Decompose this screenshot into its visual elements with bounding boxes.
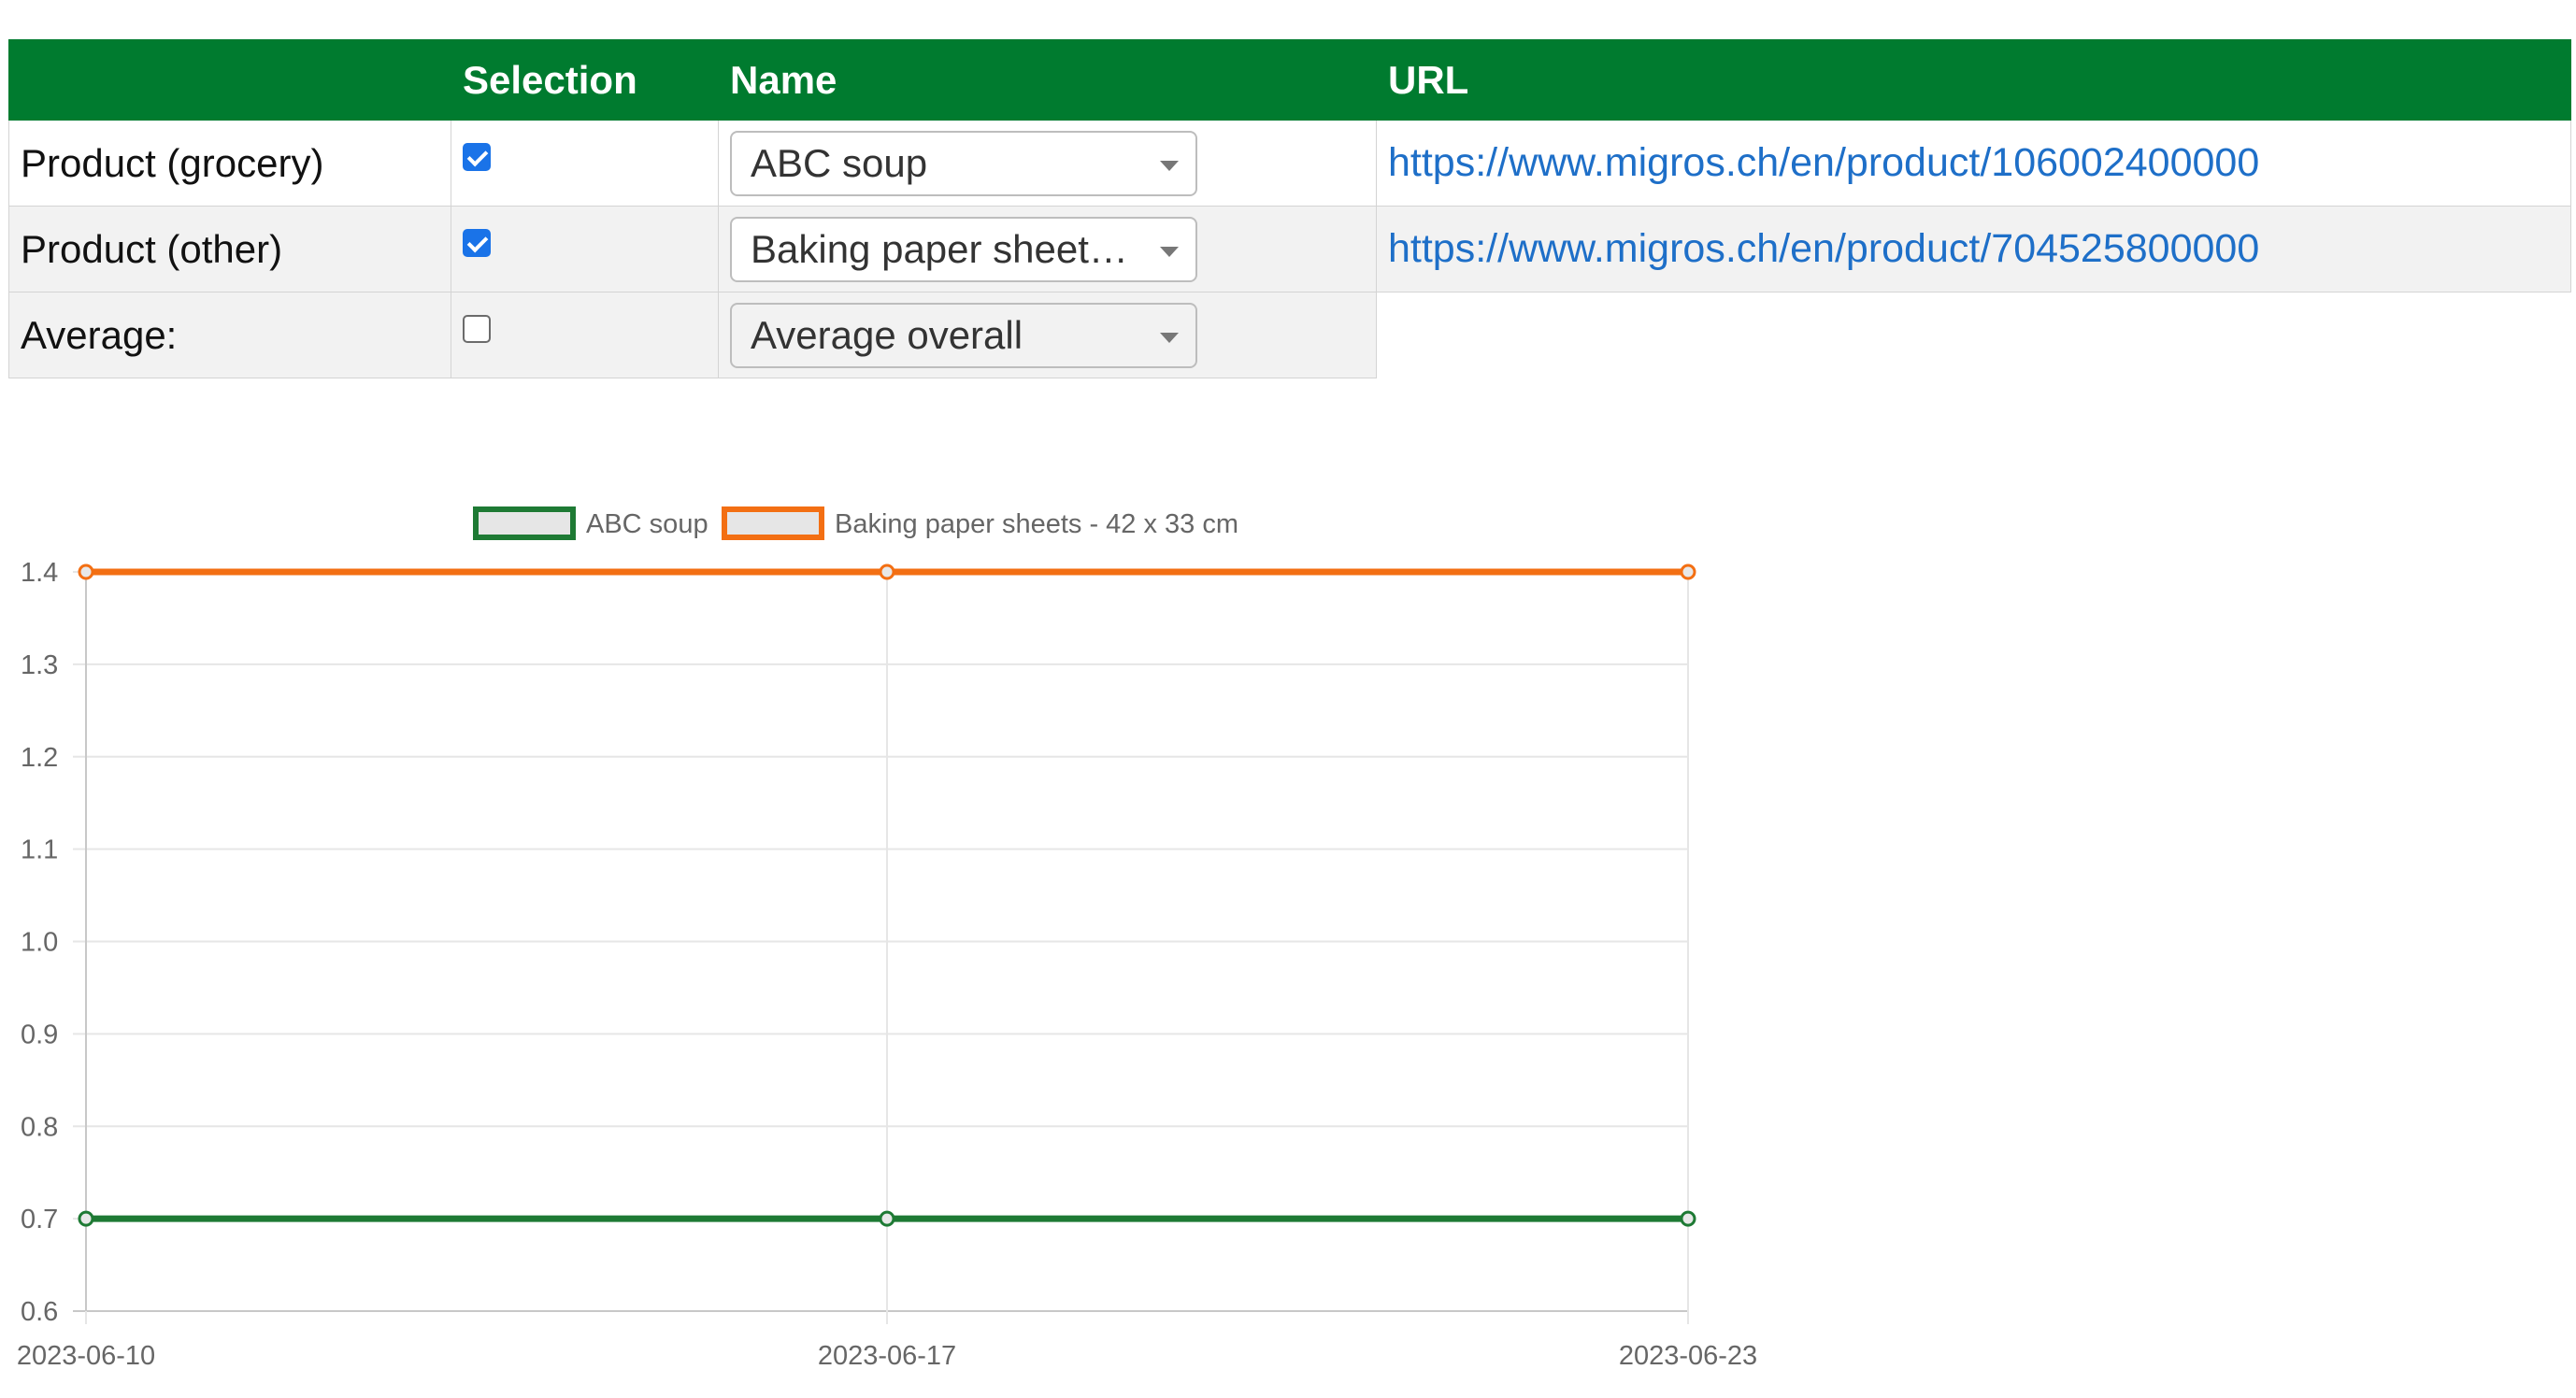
header-blank: [8, 39, 451, 121]
x-tick-label: 2023-06-10: [17, 1341, 155, 1371]
table-row: Product (grocery) ABC soup https://www.m…: [8, 120, 2571, 207]
data-point: [879, 563, 895, 580]
legend-label: ABC soup: [586, 509, 708, 539]
y-tick-label: 0.9: [21, 1020, 58, 1049]
price-chart: 0.6 0.7 0.8 0.9 1.0 1.1 1.2 1.3 1.4 2023-06-10 202…: [17, 506, 1757, 1371]
y-tick-label: 1.3: [21, 650, 58, 680]
data-point: [1680, 563, 1696, 580]
data-point: [78, 1210, 94, 1227]
y-tick-label: 1.4: [21, 558, 58, 588]
header-name: Name: [718, 39, 1377, 121]
product-table: Selection Name URL Product (grocery) ABC…: [8, 39, 2571, 378]
x-tick-label: 2023-06-17: [818, 1341, 956, 1371]
legend-swatch: [473, 506, 576, 540]
select-value: ABC soup: [751, 140, 928, 185]
select-value: Baking paper sheet…: [751, 226, 1128, 271]
y-tick-label: 1.0: [21, 928, 58, 958]
row-label: Average:: [8, 292, 451, 378]
chart-legend: ABC soup Baking paper sheets - 42 x 33 cm: [473, 506, 1238, 540]
data-point: [1680, 1210, 1696, 1227]
data-point: [78, 563, 94, 580]
selection-checkbox[interactable]: [463, 228, 491, 257]
selection-checkbox[interactable]: [463, 314, 491, 343]
header-url: URL: [1376, 39, 2571, 121]
row-label: Product (other): [8, 206, 451, 292]
y-tick-label: 0.7: [21, 1205, 58, 1234]
chevron-down-icon: [1160, 246, 1179, 257]
y-tick-label: 1.2: [21, 743, 58, 773]
chevron-down-icon: [1160, 160, 1179, 171]
product-url-link[interactable]: https://www.migros.ch/en/product/1060024…: [1388, 140, 2259, 185]
product-name-select[interactable]: ABC soup: [730, 130, 1197, 196]
product-url-link[interactable]: https://www.migros.ch/en/product/7045258…: [1388, 226, 2259, 271]
row-label: Product (grocery): [8, 120, 451, 207]
average-select[interactable]: Average overall: [730, 302, 1197, 368]
chevron-down-icon: [1160, 332, 1179, 343]
legend-label: Baking paper sheets - 42 x 33 cm: [835, 509, 1238, 539]
y-tick-label: 1.1: [21, 835, 58, 865]
select-value: Average overall: [751, 312, 1023, 357]
legend-swatch: [722, 506, 824, 540]
selection-checkbox[interactable]: [463, 142, 491, 171]
chart-grid: [73, 571, 1689, 1324]
table-row: Average: Average overall: [8, 292, 2571, 378]
product-name-select[interactable]: Baking paper sheet…: [730, 216, 1197, 282]
table-row: Product (other) Baking paper sheet… http…: [8, 206, 2571, 292]
y-tick-label: 0.6: [21, 1297, 58, 1327]
header-selection: Selection: [451, 39, 719, 121]
data-point: [879, 1210, 895, 1227]
y-tick-label: 0.8: [21, 1112, 58, 1142]
x-tick-label: 2023-06-23: [1619, 1341, 1757, 1371]
